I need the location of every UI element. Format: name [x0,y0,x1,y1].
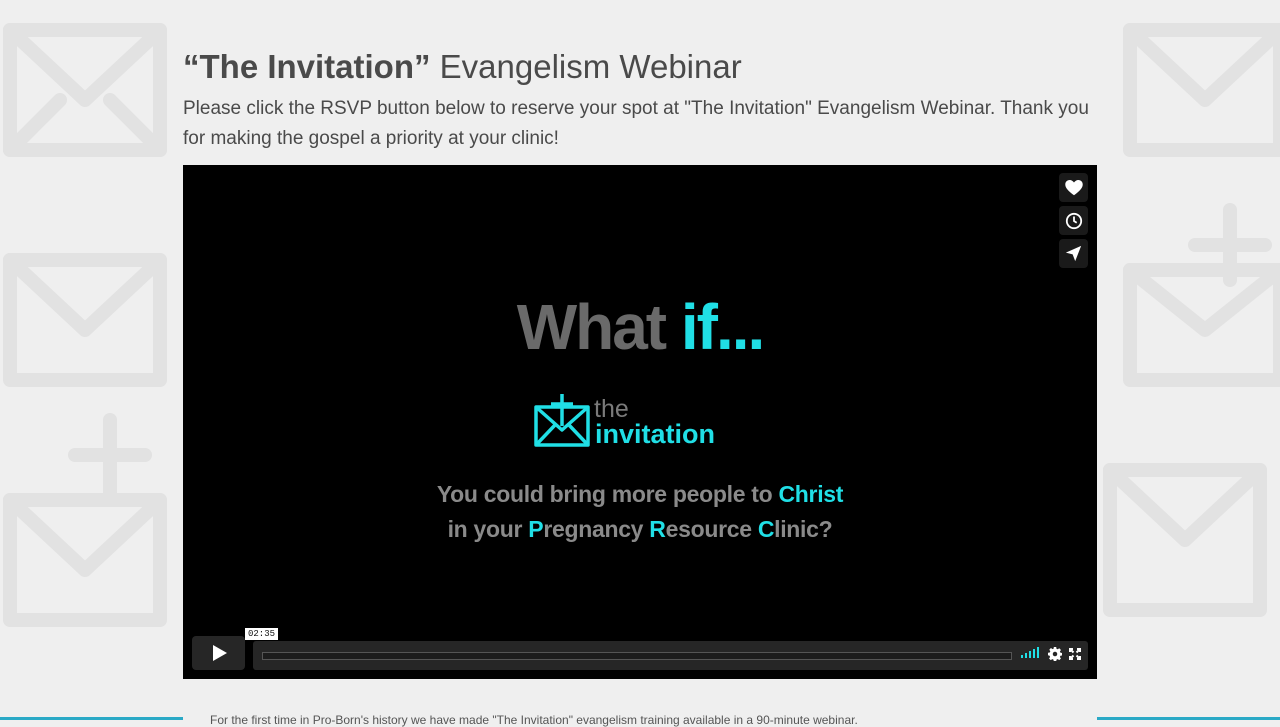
heart-icon [1064,179,1083,195]
like-button[interactable] [1059,173,1088,202]
tagline-line2-segment: linic? [774,516,833,542]
video-player[interactable]: What if... the invitation You could brin… [183,165,1097,679]
timecode: 02:35 [245,628,279,640]
watch-later-button[interactable] [1059,206,1088,235]
gear-icon [1048,647,1063,662]
tagline-line1-cyan: Christ [778,481,844,507]
progress-bar[interactable] [262,652,1012,660]
tagline-line1: You could bring more people to Christ [183,477,1097,512]
page-title: “The Invitation” Evangelism Webinar [183,46,742,88]
volume-control[interactable] [1021,647,1039,658]
invitation-logo: the invitation [533,390,753,454]
play-button[interactable] [192,636,245,670]
video-tagline: You could bring more people to Christ in… [183,477,1097,547]
send-icon [1065,245,1082,262]
envelope-cross-icon [534,394,590,447]
headline-grey: What [516,291,681,363]
fullscreen-icon [1069,648,1081,660]
tagline-line2: in your Pregnancy Resource Clinic? [183,512,1097,547]
page-title-rest: Evangelism Webinar [430,48,742,85]
settings-button[interactable] [1048,647,1063,666]
tagline-line2-segment: R [649,516,666,542]
tagline-line2-segment: regnancy [543,516,650,542]
headline-cyan: if... [680,291,765,363]
fullscreen-button[interactable] [1069,647,1081,665]
side-buttons [1059,173,1088,268]
tagline-line2-segment: P [528,516,544,542]
tagline-line1-grey: You could bring more people to [436,481,779,507]
video-headline: What if... [183,287,1097,367]
page-title-strong: “The Invitation” [183,48,431,85]
clock-icon [1065,212,1082,229]
tagline-line2-segment: in your [447,516,529,542]
footer-text: For the first time in Pro-Born's history… [210,713,858,727]
play-icon [212,645,227,661]
logo-invitation: invitation [595,419,715,449]
share-button[interactable] [1059,239,1088,268]
intro-text: Please click the RSVP button below to re… [183,98,1089,149]
tagline-line2-segment: esource [665,516,758,542]
tagline-line2-segment: C [757,516,775,542]
player-controls: 02:35 [192,628,1088,670]
